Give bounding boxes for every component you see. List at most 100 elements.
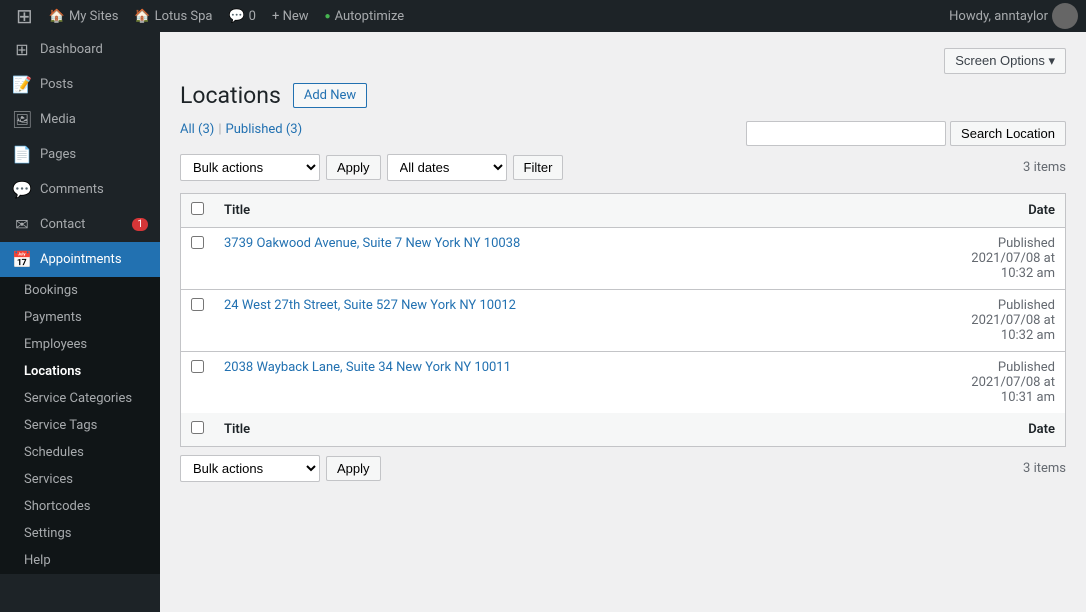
sidebar-item-settings[interactable]: Settings [0,520,160,547]
sidebar-item-label: Appointments [40,252,122,267]
my-sites-icon: 🏠 [49,9,65,24]
all-label: All [180,122,195,137]
dashboard-icon: ⊞ [12,40,32,59]
screen-options-button[interactable]: Screen Options ▾ [944,48,1066,74]
sidebar-item-locations[interactable]: Locations [0,358,160,385]
row-date: 2021/07/08 at10:32 am [971,251,1055,281]
posts-icon: 📝 [12,75,32,94]
sidebar-item-help[interactable]: Help [0,547,160,574]
sidebar-item-appointments[interactable]: 📅 Appointments [0,242,160,277]
items-count: 3 items [1023,160,1066,175]
sub-item-label: Services [24,472,73,487]
sidebar-item-schedules[interactable]: Schedules [0,439,160,466]
sidebar-item-posts[interactable]: 📝 Posts [0,67,160,102]
bottom-toolbar: Bulk actions Move to Trash Apply 3 items [180,455,1066,482]
adminbar-right: Howdy, anntaylor [949,3,1078,29]
search-button[interactable]: Search Location [950,121,1066,146]
autoptimize-link[interactable]: ● Autoptimize [317,0,413,32]
site-icon: 🏠 [134,9,150,24]
bulk-actions-select[interactable]: Bulk actions Move to Trash [180,154,320,181]
search-input[interactable] [746,121,946,146]
my-sites-label: My Sites [69,9,118,24]
all-filter-link[interactable]: All (3) [180,122,214,137]
row-title-link[interactable]: 2038 Wayback Lane, Suite 34 New York NY … [224,360,511,375]
sidebar-item-dashboard[interactable]: ⊞ Dashboard [0,32,160,67]
sidebar-item-label: Comments [40,182,104,197]
sidebar-item-shortcodes[interactable]: Shortcodes [0,493,160,520]
autoptimize-label: Autoptimize [335,9,405,24]
sidebar: ⊞ Dashboard 📝 Posts 🖼 Media 📄 Pages 💬 Co… [0,32,160,612]
locations-table: Title Date 3739 Oakwood Avenue, Suite 7 … [180,193,1066,447]
apply-button[interactable]: Apply [326,155,381,180]
howdy-label: Howdy, anntaylor [949,9,1048,24]
comments-icon: 💬 [228,9,244,24]
all-count: (3) [198,122,214,137]
row-status: Published [998,298,1055,313]
add-new-button[interactable]: Add New [293,83,367,108]
sub-item-label: Schedules [24,445,84,460]
sidebar-item-label: Pages [40,147,76,162]
sidebar-item-services[interactable]: Services [0,466,160,493]
sub-item-label: Payments [24,310,82,325]
sub-item-label: Shortcodes [24,499,90,514]
table-row: 3739 Oakwood Avenue, Suite 7 New York NY… [181,228,1066,290]
table-row: 24 West 27th Street, Suite 527 New York … [181,290,1066,352]
sidebar-item-payments[interactable]: Payments [0,304,160,331]
main-content: Screen Options ▾ Locations Add New All (… [160,32,1086,612]
select-all-footer-checkbox[interactable] [191,421,204,434]
filter-sep: | [218,122,221,137]
sub-item-label: Help [24,553,51,568]
col-date-footer: Date [854,413,1065,447]
col-title-footer: Title [214,413,854,447]
sidebar-item-bookings[interactable]: Bookings [0,277,160,304]
avatar[interactable] [1052,3,1078,29]
bottom-apply-button[interactable]: Apply [326,456,381,481]
bottom-bulk-actions-select[interactable]: Bulk actions Move to Trash [180,455,320,482]
date-filter-select[interactable]: All dates [387,154,507,181]
sidebar-item-label: Posts [40,77,73,92]
screen-options-bar: Screen Options ▾ [180,48,1066,74]
row-title-link[interactable]: 3739 Oakwood Avenue, Suite 7 New York NY… [224,236,520,251]
sub-item-label: Service Tags [24,418,97,433]
select-all-checkbox[interactable] [191,202,204,215]
published-count: (3) [286,122,302,137]
sub-item-label: Employees [24,337,87,352]
bottom-items-count: 3 items [1023,461,1066,476]
sidebar-item-comments[interactable]: 💬 Comments [0,172,160,207]
published-filter-link[interactable]: Published (3) [226,122,303,137]
search-form: Search Location [746,121,1066,146]
bulk-filter-row: Bulk actions Move to Trash Apply All dat… [180,154,1066,181]
sidebar-item-employees[interactable]: Employees [0,331,160,358]
row-date: 2021/07/08 at10:31 am [971,375,1055,405]
page-title-area: Locations Add New [180,82,1066,109]
sidebar-item-label: Dashboard [40,42,103,57]
wp-logo[interactable]: ⊞ [8,0,41,32]
comments-nav-icon: 💬 [12,180,32,199]
pages-icon: 📄 [12,145,32,164]
sidebar-item-pages[interactable]: 📄 Pages [0,137,160,172]
row-status: Published [998,360,1055,375]
filter-button[interactable]: Filter [513,155,564,180]
row-checkbox[interactable] [191,298,204,311]
autoptimize-status-icon: ● [325,11,331,22]
appointments-submenu: Bookings Payments Employees Locations Se… [0,277,160,574]
col-date-header: Date [854,194,1065,228]
sidebar-item-contact[interactable]: ✉ Contact 1 [0,207,160,242]
my-sites-link[interactable]: 🏠 My Sites [41,0,127,32]
comments-link[interactable]: 💬 0 [220,0,264,32]
row-status: Published [998,236,1055,251]
row-checkbox[interactable] [191,236,204,249]
new-content-link[interactable]: + New [264,0,317,32]
comments-count: 0 [249,9,256,24]
sub-item-label: Settings [24,526,71,541]
sidebar-item-service-tags[interactable]: Service Tags [0,412,160,439]
sidebar-item-media[interactable]: 🖼 Media [0,102,160,137]
row-title-link[interactable]: 24 West 27th Street, Suite 527 New York … [224,298,516,313]
sidebar-item-label: Contact [40,217,85,232]
table-row: 2038 Wayback Lane, Suite 34 New York NY … [181,352,1066,414]
sidebar-item-service-categories[interactable]: Service Categories [0,385,160,412]
media-icon: 🖼 [12,110,32,129]
published-label: Published [226,122,283,137]
row-checkbox[interactable] [191,360,204,373]
site-name-link[interactable]: 🏠 Lotus Spa [126,0,220,32]
